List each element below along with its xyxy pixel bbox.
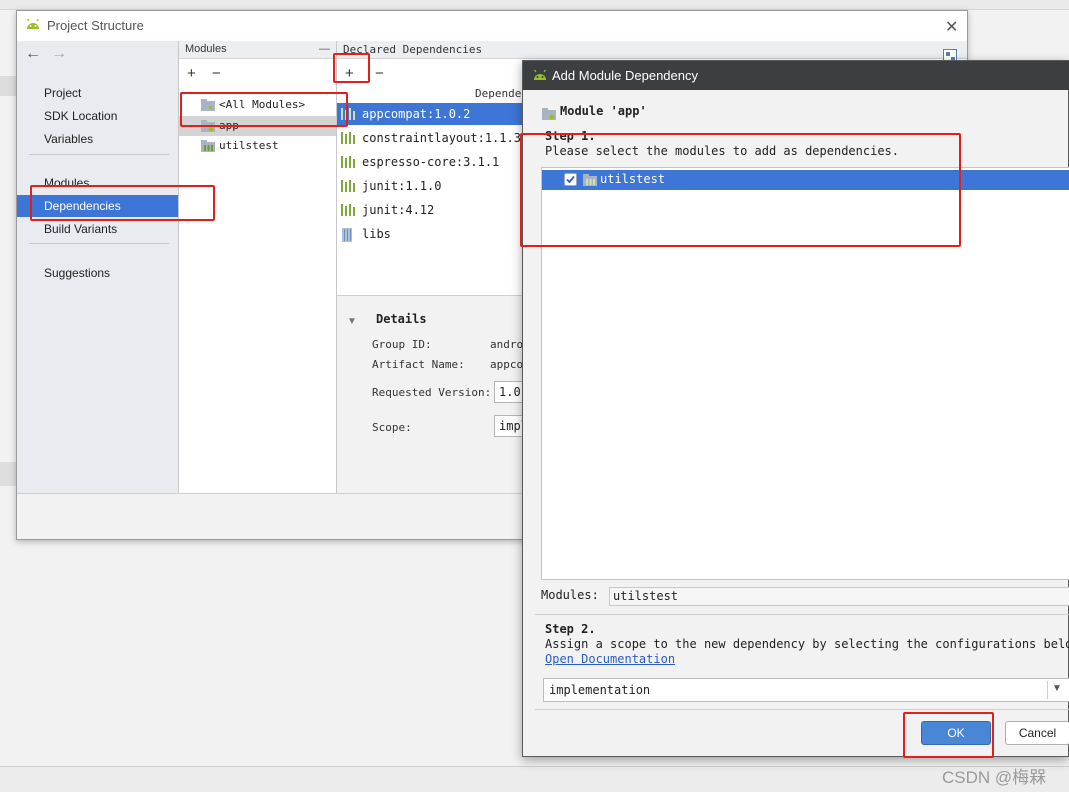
library-icon [341, 180, 355, 192]
background-ide-gutter [0, 462, 16, 486]
dependency-item[interactable]: junit:1.1.0 [337, 175, 527, 197]
chevron-down-icon[interactable]: ▼ [1052, 683, 1062, 694]
dependency-label: libs [362, 227, 391, 241]
module-label: utilstest [219, 139, 279, 152]
modules-panel-header: Modules — [179, 41, 336, 59]
group-id-value: andro [490, 338, 524, 351]
dependency-label: junit:1.1.0 [362, 179, 442, 193]
forward-arrow-icon[interactable]: → [51, 45, 67, 63]
minimize-icon[interactable]: — [319, 41, 330, 58]
background-ide-gutter [0, 76, 16, 96]
android-module-icon [542, 108, 556, 120]
dependency-item[interactable]: junit:4.12 [337, 199, 527, 221]
dependency-label: constraintlayout:1.1.3 [362, 131, 521, 145]
step2-description: Assign a scope to the new dependency by … [545, 637, 1069, 651]
sidebar-item-suggestions[interactable]: Suggestions [17, 262, 178, 284]
group-id-label: Group ID: [372, 338, 432, 351]
remove-dependency-button[interactable]: − [375, 66, 384, 82]
dependency-label: junit:4.12 [362, 203, 435, 217]
annotation-box-dependencies [30, 185, 215, 221]
artifact-name-label: Artifact Name: [372, 358, 465, 371]
dialog-title: Add Module Dependency [552, 68, 698, 83]
dependency-item[interactable]: appcompat:1.0.2 [337, 103, 527, 125]
collapse-toggle-icon[interactable]: ▼ [347, 316, 357, 327]
declared-dependencies-header: Declared Dependencies [337, 41, 967, 59]
scope-select[interactable]: implementation ▼ [543, 678, 1069, 702]
modules-field-label: Modules: [541, 588, 599, 602]
module-heading: Module 'app' [560, 104, 647, 118]
divider [535, 709, 1069, 710]
sidebar-item-variables[interactable]: Variables [17, 128, 178, 150]
cancel-button[interactable]: Cancel [1005, 721, 1069, 745]
library-icon [341, 132, 355, 144]
artifact-name-value: appco [490, 358, 524, 371]
sidebar-item-sdk-location[interactable]: SDK Location [17, 105, 178, 127]
requested-version-label: Requested Version: [372, 386, 492, 399]
back-arrow-icon[interactable]: ← [25, 45, 41, 63]
android-icon [25, 18, 41, 30]
dependency-label: espresso-core:3.1.1 [362, 155, 500, 169]
android-icon [532, 69, 548, 81]
library-module-icon [201, 140, 215, 152]
window-title: Project Structure [47, 18, 144, 33]
step2-title: Step 2. [545, 622, 596, 636]
dependency-item[interactable]: espresso-core:3.1.1 [337, 151, 527, 173]
background-ide-toolbar [0, 0, 1069, 10]
dependency-item[interactable]: constraintlayout:1.1.3 [337, 127, 527, 149]
divider [535, 614, 1069, 615]
dependency-label: appcompat:1.0.2 [362, 107, 471, 121]
dependency-item[interactable]: libs [337, 223, 527, 245]
add-module-button[interactable]: + [187, 66, 196, 82]
modules-field: utilstest [609, 587, 1069, 606]
open-documentation-link[interactable]: Open Documentation [545, 652, 675, 666]
scope-select-value: implementation [549, 683, 651, 697]
annotation-box-ok-button [903, 712, 994, 758]
dialog-titlebar: Add Module Dependency [523, 61, 1069, 90]
library-icon [341, 156, 355, 168]
remove-module-button[interactable]: − [212, 66, 221, 82]
settings-sidebar: ← → Project SDK Location Variables Modul… [17, 41, 179, 493]
annotation-box-app-module [180, 92, 348, 127]
close-icon[interactable]: ✕ [945, 17, 958, 37]
sidebar-divider [29, 243, 169, 244]
module-item-utilstest[interactable]: utilstest [179, 136, 336, 156]
watermark-text: CSDN @梅槑 [942, 768, 1047, 787]
select-separator [1047, 681, 1048, 699]
library-icon [341, 204, 355, 216]
jar-library-icon [341, 228, 353, 242]
annotation-box-add-button [333, 53, 370, 83]
background-ide-statusbar [0, 766, 1069, 792]
project-structure-titlebar: Project Structure ✕ [17, 11, 967, 41]
details-title: Details [376, 312, 427, 326]
annotation-box-module-selection [520, 133, 961, 247]
scope-label: Scope: [372, 421, 412, 434]
sidebar-item-project[interactable]: Project [17, 82, 178, 104]
sidebar-item-build-variants[interactable]: Build Variants [17, 218, 178, 240]
sidebar-divider [29, 154, 169, 155]
dependency-column-header: Depende [475, 87, 522, 100]
modules-header-label: Modules [185, 43, 227, 55]
